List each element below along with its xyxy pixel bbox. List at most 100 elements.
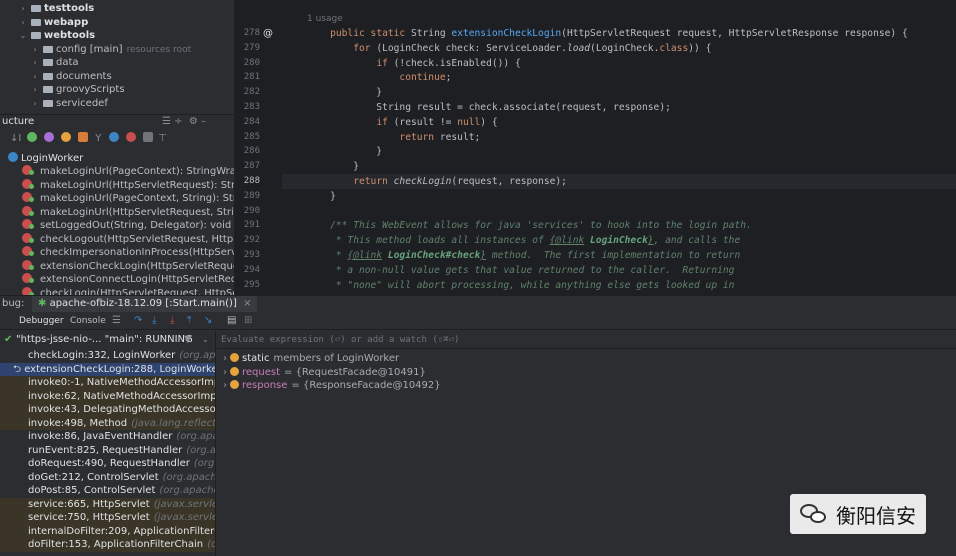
chevron-down-icon[interactable]: ⌄ <box>202 331 209 349</box>
code-line[interactable]: return result; <box>307 132 480 143</box>
structure-method[interactable]: setLoggedOut(String, Delegator): void <box>0 219 234 233</box>
expand-icon[interactable] <box>142 132 153 142</box>
variable-row[interactable]: › static members of LoginWorker <box>217 352 956 366</box>
layout-icon[interactable]: ⊞ <box>244 312 252 330</box>
stack-frame[interactable]: internalDoFilter:209, ApplicationFilterC… <box>0 524 215 538</box>
stack-frame[interactable]: invoke:498, Method (java.lang.reflect) <box>0 416 215 430</box>
stack-frame[interactable]: runEvent:825, RequestHandler(org.apache.… <box>0 444 215 458</box>
chevron-right-icon[interactable]: › <box>223 380 227 391</box>
step-into-icon[interactable]: ⤓ <box>152 312 156 330</box>
step-out-icon[interactable]: ⤒ <box>187 312 191 330</box>
method-label: extensionCheckLogin(HttpServletRequest, … <box>40 260 234 272</box>
variable-row[interactable]: › request = {RequestFacade@10491} <box>217 366 956 380</box>
stack-frame[interactable]: ⮌ extensionCheckLogin:288, LoginWorker(o… <box>0 362 215 376</box>
code-line[interactable]: } <box>307 191 336 202</box>
structure-method[interactable]: checkLogout(HttpServletRequest, HttpServ… <box>0 232 234 247</box>
method-filter-icon[interactable] <box>43 132 54 142</box>
code-line[interactable]: if (result != null) { <box>307 117 497 128</box>
stack-frame[interactable]: invoke:43, DelegatingMethodAccessorImpl(… <box>0 403 215 417</box>
filter-icon[interactable]: ▼ <box>184 331 192 349</box>
stack-frame[interactable]: invoke:62, NativeMethodAccessorImpl(sun.… <box>0 389 215 403</box>
chevron-right-icon[interactable]: › <box>30 97 40 111</box>
code-line[interactable]: String result = check.associate(request,… <box>307 102 671 113</box>
session-tab[interactable]: ✱ apache-ofbiz-18.12.09 [:Start.main()] … <box>32 296 258 312</box>
chevron-right-icon[interactable]: › <box>30 56 40 70</box>
chevron-right-icon[interactable]: › <box>30 43 40 57</box>
chevron-right-icon[interactable]: › <box>223 367 227 378</box>
stack-frame[interactable]: invoke:86, JavaEventHandler(org.apache.o… <box>0 430 215 444</box>
structure-options-icon[interactable]: ☰ ÷ ⚙ – <box>162 115 206 129</box>
tree-item-label: config [main] <box>56 43 123 55</box>
structure-method[interactable]: extensionConnectLogin(HttpServletRequest… <box>0 273 234 287</box>
structure-class[interactable]: LoginWorker <box>0 152 234 166</box>
chevron-down-icon[interactable]: ⌄ <box>18 29 28 43</box>
usage-hint[interactable]: 1 usage <box>307 14 343 24</box>
lambda-icon[interactable] <box>125 132 136 142</box>
tree-item[interactable]: ⌄ webtools <box>0 29 234 43</box>
collapse-icon[interactable]: ⊤ <box>158 133 167 144</box>
frames-view-icon[interactable]: ▤ <box>227 312 236 330</box>
tab-console[interactable]: Console <box>70 312 106 330</box>
override-gutter-icon[interactable]: @ <box>263 28 273 39</box>
tree-item[interactable]: › servicedef <box>0 97 234 111</box>
variable-row[interactable]: › response = {ResponseFacade@10492} <box>217 379 956 393</box>
structure-method[interactable]: makeLoginUrl(PageContext, String): Strin… <box>0 192 234 206</box>
stack-frame[interactable]: service:750, HttpServlet(javax.servlet.h… <box>0 511 215 525</box>
structure-method[interactable]: makeLoginUrl(HttpServletRequest, String)… <box>0 205 234 220</box>
stack-frame[interactable]: doFilter:153, ApplicationFilterChain(org… <box>0 538 215 552</box>
evaluate-input[interactable]: Evaluate expression (⏎) or add a watch (… <box>217 331 956 349</box>
chevron-right-icon[interactable]: › <box>223 353 227 364</box>
stack-frame[interactable]: checkLogin:332, LoginWorker(org.apache.o… <box>0 349 215 363</box>
field-filter-icon[interactable] <box>26 132 37 142</box>
chevron-right-icon[interactable]: › <box>30 70 40 84</box>
code-line[interactable]: /** This WebEvent allows for java 'servi… <box>307 220 752 231</box>
folder-icon <box>31 32 41 39</box>
tab-debugger[interactable]: Debugger <box>19 312 64 330</box>
step-over-icon[interactable]: ↷ <box>134 312 142 330</box>
stack-frame[interactable]: invoke0:-1, NativeMethodAccessorImpl(sun… <box>0 376 215 390</box>
run-to-cursor-icon[interactable]: ↘ <box>204 312 212 330</box>
lock-filter-icon[interactable] <box>78 132 89 142</box>
stack-frame[interactable]: doRequest:490, RequestHandler(org.apache… <box>0 457 215 471</box>
code-line[interactable]: * {@link LoginCheck#check} method. The f… <box>307 250 740 261</box>
tree-item[interactable]: › groovyScripts <box>0 83 234 97</box>
close-icon[interactable]: × <box>243 298 251 309</box>
stack-frame[interactable]: service:665, HttpServlet(javax.servlet.h… <box>0 497 215 511</box>
chevron-right-icon[interactable]: › <box>18 16 28 30</box>
sort-icon[interactable]: ↓Ⅰ <box>10 133 21 144</box>
structure-method[interactable]: checkImpersonationInProcess(HttpServletR… <box>0 246 234 260</box>
tree-item[interactable]: › webapp <box>0 16 234 30</box>
code-line[interactable]: } <box>307 146 382 157</box>
code-line[interactable]: * a non-null value gets that value retur… <box>307 265 735 276</box>
field-toggle-icon[interactable] <box>60 132 71 142</box>
code-line[interactable]: public static String extensionCheckLogin… <box>307 28 908 39</box>
stack-frame[interactable]: doGet:212, ControlServlet(org.apache.ofb… <box>0 471 215 485</box>
folder-icon <box>43 72 53 80</box>
anonymous-icon[interactable] <box>108 132 119 142</box>
code-editor[interactable]: 1 usage @ 278 public static String exten… <box>234 0 956 295</box>
code-line[interactable]: for (LoginCheck check: ServiceLoader.loa… <box>307 43 711 54</box>
chevron-right-icon[interactable]: › <box>30 83 40 97</box>
tree-item[interactable]: › config [main] resources root <box>0 43 234 57</box>
tree-item[interactable]: › documents <box>0 70 234 84</box>
tree-item[interactable]: › data <box>0 56 234 70</box>
force-step-into-icon[interactable]: ⤓ <box>170 312 174 330</box>
menu-icon[interactable]: ☰ <box>112 312 121 330</box>
code-line[interactable]: return checkLogin(request, response); <box>307 176 567 187</box>
stack-frame[interactable]: doPost:85, ControlServlet(org.apache.ofb… <box>0 484 215 498</box>
code-line[interactable]: } <box>307 161 359 172</box>
frame-method: invoke:86, JavaEventHandler <box>28 431 173 442</box>
code-line[interactable]: * This method loads all instances of {@l… <box>307 235 740 246</box>
structure-method[interactable]: checkLogin(HttpServletRequest, HttpServl… <box>0 286 234 295</box>
structure-method[interactable]: makeLoginUrl(HttpServletRequest): String… <box>0 178 234 193</box>
code-line[interactable]: continue; <box>307 72 451 83</box>
inherited-icon[interactable]: Y <box>95 133 101 144</box>
thread-selector[interactable]: ✔ "https-jsse-nio-... "main": RUNNING ▼ … <box>0 331 215 349</box>
structure-method[interactable]: makeLoginUrl(PageContext): StringWrapper <box>0 165 234 179</box>
structure-method[interactable]: extensionCheckLogin(HttpServletRequest, … <box>0 259 234 274</box>
chevron-right-icon[interactable]: › <box>18 2 28 16</box>
code-line[interactable]: * "none" will abort processing, while an… <box>307 280 735 291</box>
code-line[interactable]: if (!check.isEnabled()) { <box>307 58 520 69</box>
code-line[interactable]: } <box>307 87 382 98</box>
tree-item[interactable]: › testtools <box>0 2 234 16</box>
